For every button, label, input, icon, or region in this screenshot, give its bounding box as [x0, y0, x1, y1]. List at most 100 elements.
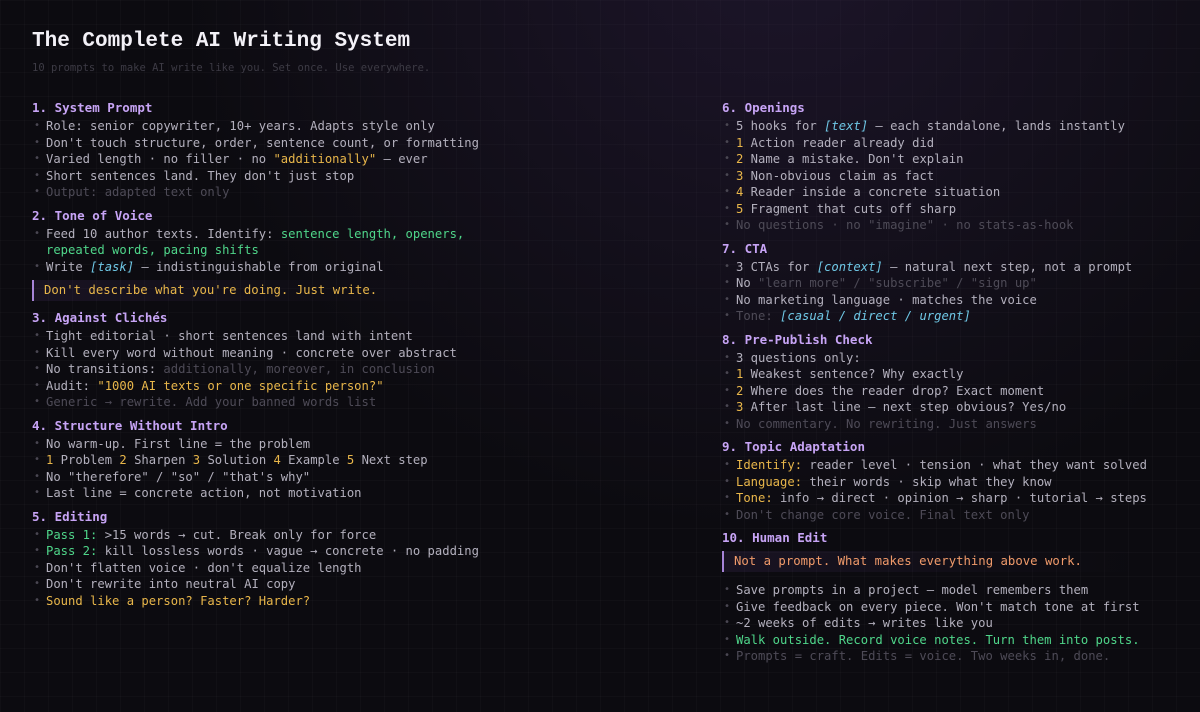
item-placeholder: [casual / direct / urgent]: [780, 309, 971, 323]
item-placeholder: [task]: [90, 259, 135, 274]
item-text: No transitions:: [46, 362, 164, 376]
item-text: Solution: [200, 453, 274, 467]
bullet-icon: •: [34, 578, 41, 589]
bullet-icon: •: [724, 186, 731, 197]
section-pre-publish: 8. Pre-Publish Check • 3 questions only: …: [722, 331, 1152, 433]
list-item: • Walk outside. Record voice notes. Turn …: [722, 632, 1152, 649]
item-text: — natural next step, not a prompt: [882, 259, 1133, 274]
bullet-icon: •: [724, 293, 731, 305]
item-text: No "therefore" / "so" / "that's why": [46, 469, 311, 484]
list-item: • Kill every word without meaning · concr…: [32, 345, 462, 362]
bullet-icon: •: [34, 437, 41, 449]
bullet-icon: •: [34, 487, 41, 498]
item-text: Generic → rewrite. Add your banned words…: [46, 395, 377, 409]
item-muted: Tone:: [736, 309, 781, 323]
list-item: • Tone: info → direct · opinion → sharp ·…: [722, 490, 1152, 507]
item-text: Next step: [354, 453, 428, 467]
list-item: • 3 questions only:: [722, 350, 1152, 367]
list-item: • Identify: reader level · tension · what…: [722, 457, 1152, 474]
item-text: reader level · tension · what they want …: [802, 458, 1147, 472]
item-text: No: [736, 276, 759, 290]
list-item: • Audit: "1000 AI texts or one specific p…: [32, 378, 462, 395]
item-text: kill lossless words · vague → concrete ·…: [97, 544, 479, 558]
list-item: • Tone: [casual / direct / urgent]: [722, 308, 1152, 325]
item-highlight: Identify:: [736, 458, 803, 472]
bullet-icon: •: [724, 584, 731, 595]
list-item: • Pass 1: >15 words → cut. Break only for…: [32, 527, 462, 544]
list-item: • 4 Reader inside a concrete situation: [722, 184, 1152, 201]
item-text: After last line — next step obvious? Yes…: [743, 400, 1067, 414]
section-against-cliches: 3. Against Clichés • Tight editorial · sh…: [32, 309, 462, 411]
section-title: 8. Pre-Publish Check: [722, 331, 873, 347]
list-item: • ~2 weeks of edits → writes like you: [722, 615, 1152, 632]
item-text: 5 hooks for: [736, 119, 825, 133]
item-text: Name a mistake. Don't explain: [743, 152, 964, 166]
step-number: 4: [273, 453, 281, 467]
list-item: • No commentary. No rewriting. Just answe…: [722, 416, 1152, 433]
item-text: Feed 10 author texts. Identify:: [46, 226, 281, 241]
list-item: • No questions · no "imagine" · no stats-…: [722, 217, 1152, 234]
bullet-icon: •: [724, 475, 731, 487]
list-item: • Prompts = craft. Edits = voice. Two wee…: [722, 648, 1152, 665]
list-item: • No "therefore" / "so" / "that's why": [32, 469, 462, 486]
bullet-icon: •: [724, 310, 731, 321]
list-item: • No marketing language · matches the voi…: [722, 292, 1152, 309]
right-column: 6. Openings • 5 hooks for [text] — each s…: [722, 99, 1152, 671]
item-text: Sharpen: [126, 453, 193, 467]
list-item: • 3 CTAs for [context] — natural next ste…: [722, 259, 1152, 276]
section-human-edit: 10. Human Edit Not a prompt. What makes …: [722, 529, 1152, 665]
section-title: 4. Structure Without Intro: [32, 417, 228, 433]
section-title: 5. Editing: [32, 508, 108, 524]
list-item: • 2 Name a mistake. Don't explain: [722, 151, 1152, 168]
callout: Don't describe what you're doing. Just w…: [32, 280, 462, 301]
bullet-icon: •: [724, 277, 731, 288]
item-text: Prompts = craft. Edits = voice. Two week…: [736, 649, 1111, 663]
bullet-icon: •: [34, 379, 41, 391]
list-item: • 3 Non-obvious claim as fact: [722, 168, 1152, 185]
list-item: • Save prompts in a project — model remem…: [722, 582, 1152, 599]
bullet-icon: •: [34, 136, 41, 148]
item-highlight: Walk outside. Record voice notes. Turn t…: [736, 632, 1140, 647]
bullet-icon: •: [34, 120, 41, 131]
list-item: • Pass 2: kill lossless words · vague → c…: [32, 543, 479, 560]
item-text: Problem: [53, 453, 120, 467]
section-structure: 4. Structure Without Intro • No warm-up. …: [32, 417, 462, 502]
item-muted: "learn more" / "subscribe" / "sign up": [758, 276, 1037, 290]
bullet-icon: •: [34, 153, 41, 164]
item-text: Give feedback on every piece. Won't matc…: [736, 599, 1140, 614]
item-text: Role: senior copywriter, 10+ years. Adap…: [46, 119, 435, 133]
item-text: No marketing language · matches the voic…: [736, 292, 1037, 307]
bullet-icon: •: [34, 470, 41, 482]
item-highlight: Sound like a person? Faster? Harder?: [46, 593, 311, 608]
item-text: 3 questions only:: [736, 350, 861, 365]
bullet-icon: •: [34, 396, 41, 407]
list-item: • 3 After last line — next step obvious? …: [722, 399, 1152, 416]
item-highlight: "additionally": [273, 152, 377, 166]
bullet-icon: •: [34, 528, 41, 540]
list-item: • 2 Where does the reader drop? Exact mom…: [722, 383, 1152, 400]
item-text: 3 CTAs for: [736, 259, 817, 274]
section-editing: 5. Editing • Pass 1: >15 words → cut. Bre…: [32, 508, 479, 610]
list-item: • 1 Problem 2 Sharpen 3 Solution 4 Exampl…: [32, 452, 462, 469]
item-text: — ever: [376, 152, 428, 166]
section-title: 9. Topic Adaptation: [722, 439, 865, 454]
callout: Not a prompt. What makes everything abov…: [722, 551, 1152, 572]
bullet-icon: •: [724, 120, 731, 131]
bullet-icon: •: [34, 454, 41, 465]
list-item: • Don't touch structure, order, sentence …: [32, 135, 479, 152]
item-highlight: Pass 1:: [46, 527, 98, 542]
bullet-icon: •: [34, 545, 41, 556]
section-topic-adaptation: 9. Topic Adaptation • Identify: reader le…: [722, 438, 1152, 523]
bullet-icon: •: [34, 346, 41, 358]
item-text: info → direct · opinion → sharp · tutori…: [772, 491, 1147, 505]
item-text: Weakest sentence? Why exactly: [743, 367, 964, 381]
bullet-icon: •: [724, 202, 731, 214]
bullet-icon: •: [724, 617, 731, 628]
item-text: Don't rewrite into neutral AI copy: [46, 577, 296, 591]
page-subtitle: 10 prompts to make AI write like you. Se…: [32, 62, 431, 74]
list-item: • Varied length · no filler · no "additio…: [32, 151, 462, 168]
section-title: 6. Openings: [722, 100, 805, 115]
list-item: • Don't change core voice. Final text onl…: [722, 507, 1152, 524]
item-text: — each standalone, lands instantly: [868, 119, 1125, 133]
list-item: • 1 Weakest sentence? Why exactly: [722, 366, 1152, 383]
